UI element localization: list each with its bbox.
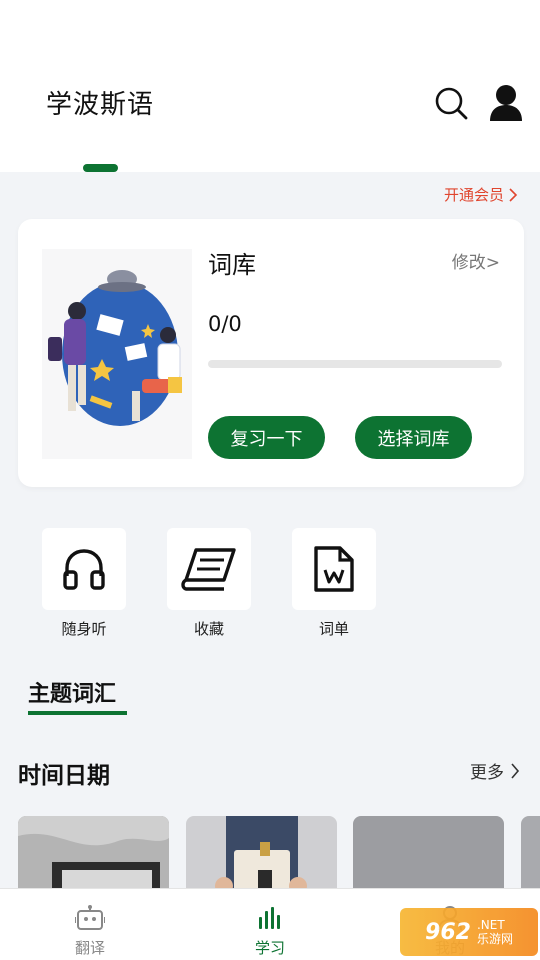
top-bar: 学波斯语 (0, 0, 540, 172)
bars-icon (259, 907, 280, 929)
progress-count: 0/0 (208, 312, 242, 336)
nav-learn-label: 学习 (254, 939, 285, 957)
search-button[interactable] (433, 84, 469, 122)
tool-favorites-label: 收藏 (193, 620, 224, 638)
tool-wordlist-box[interactable] (292, 528, 376, 610)
watermark-domain: .NET (476, 918, 505, 932)
tool-favorites[interactable]: 收藏 (167, 528, 251, 639)
review-button[interactable]: 复习一下 (208, 416, 325, 459)
category-title: 时间日期 (18, 763, 110, 789)
search-icon (435, 87, 468, 120)
watermark-text: .NET 乐游网 (477, 918, 513, 946)
topic-tab[interactable]: 主题词汇 (28, 676, 116, 708)
tab-indicator (83, 164, 118, 172)
profile-button[interactable] (488, 84, 524, 122)
edit-wordbank-link[interactable]: 修改> (452, 248, 500, 273)
tool-listen-label: 随身听 (61, 620, 107, 638)
tool-listen[interactable]: 随身听 (42, 528, 126, 639)
chevron-right-icon (509, 187, 518, 202)
wordbank-title: 词库 (208, 251, 256, 279)
nav-translate[interactable]: 翻译 (45, 905, 135, 958)
site-watermark: 962 .NET 乐游网 (400, 908, 538, 956)
nav-learn[interactable]: 学习 (225, 905, 315, 958)
topic-tab-underline (28, 711, 127, 715)
tool-listen-box[interactable] (42, 528, 126, 610)
wordbank-card: 词库 修改> 0/0 复习一下 选择词库 (18, 219, 524, 487)
progress-bar (208, 360, 502, 368)
page-title: 学波斯语 (46, 90, 155, 120)
study-illustration (42, 249, 192, 459)
vip-label: 开通会员 (443, 186, 504, 204)
tool-favorites-box[interactable] (167, 528, 251, 610)
more-label: 更多 (470, 763, 504, 783)
tool-wordlist-label: 词单 (318, 620, 349, 638)
user-icon (490, 85, 522, 121)
watermark-site: 乐游网 (476, 932, 513, 946)
vip-link[interactable]: 开通会员 (444, 184, 518, 205)
book-icon (181, 548, 236, 591)
tool-wordlist[interactable]: 词单 (292, 528, 376, 639)
word-doc-icon (314, 546, 354, 592)
chevron-right-icon (511, 762, 520, 779)
headphones-icon (63, 549, 105, 590)
nav-translate-label: 翻译 (74, 939, 105, 957)
robot-icon (74, 905, 106, 930)
more-link[interactable]: 更多 (470, 758, 520, 783)
select-wordbank-button[interactable]: 选择词库 (355, 416, 472, 459)
watermark-number: 962 (425, 919, 471, 945)
